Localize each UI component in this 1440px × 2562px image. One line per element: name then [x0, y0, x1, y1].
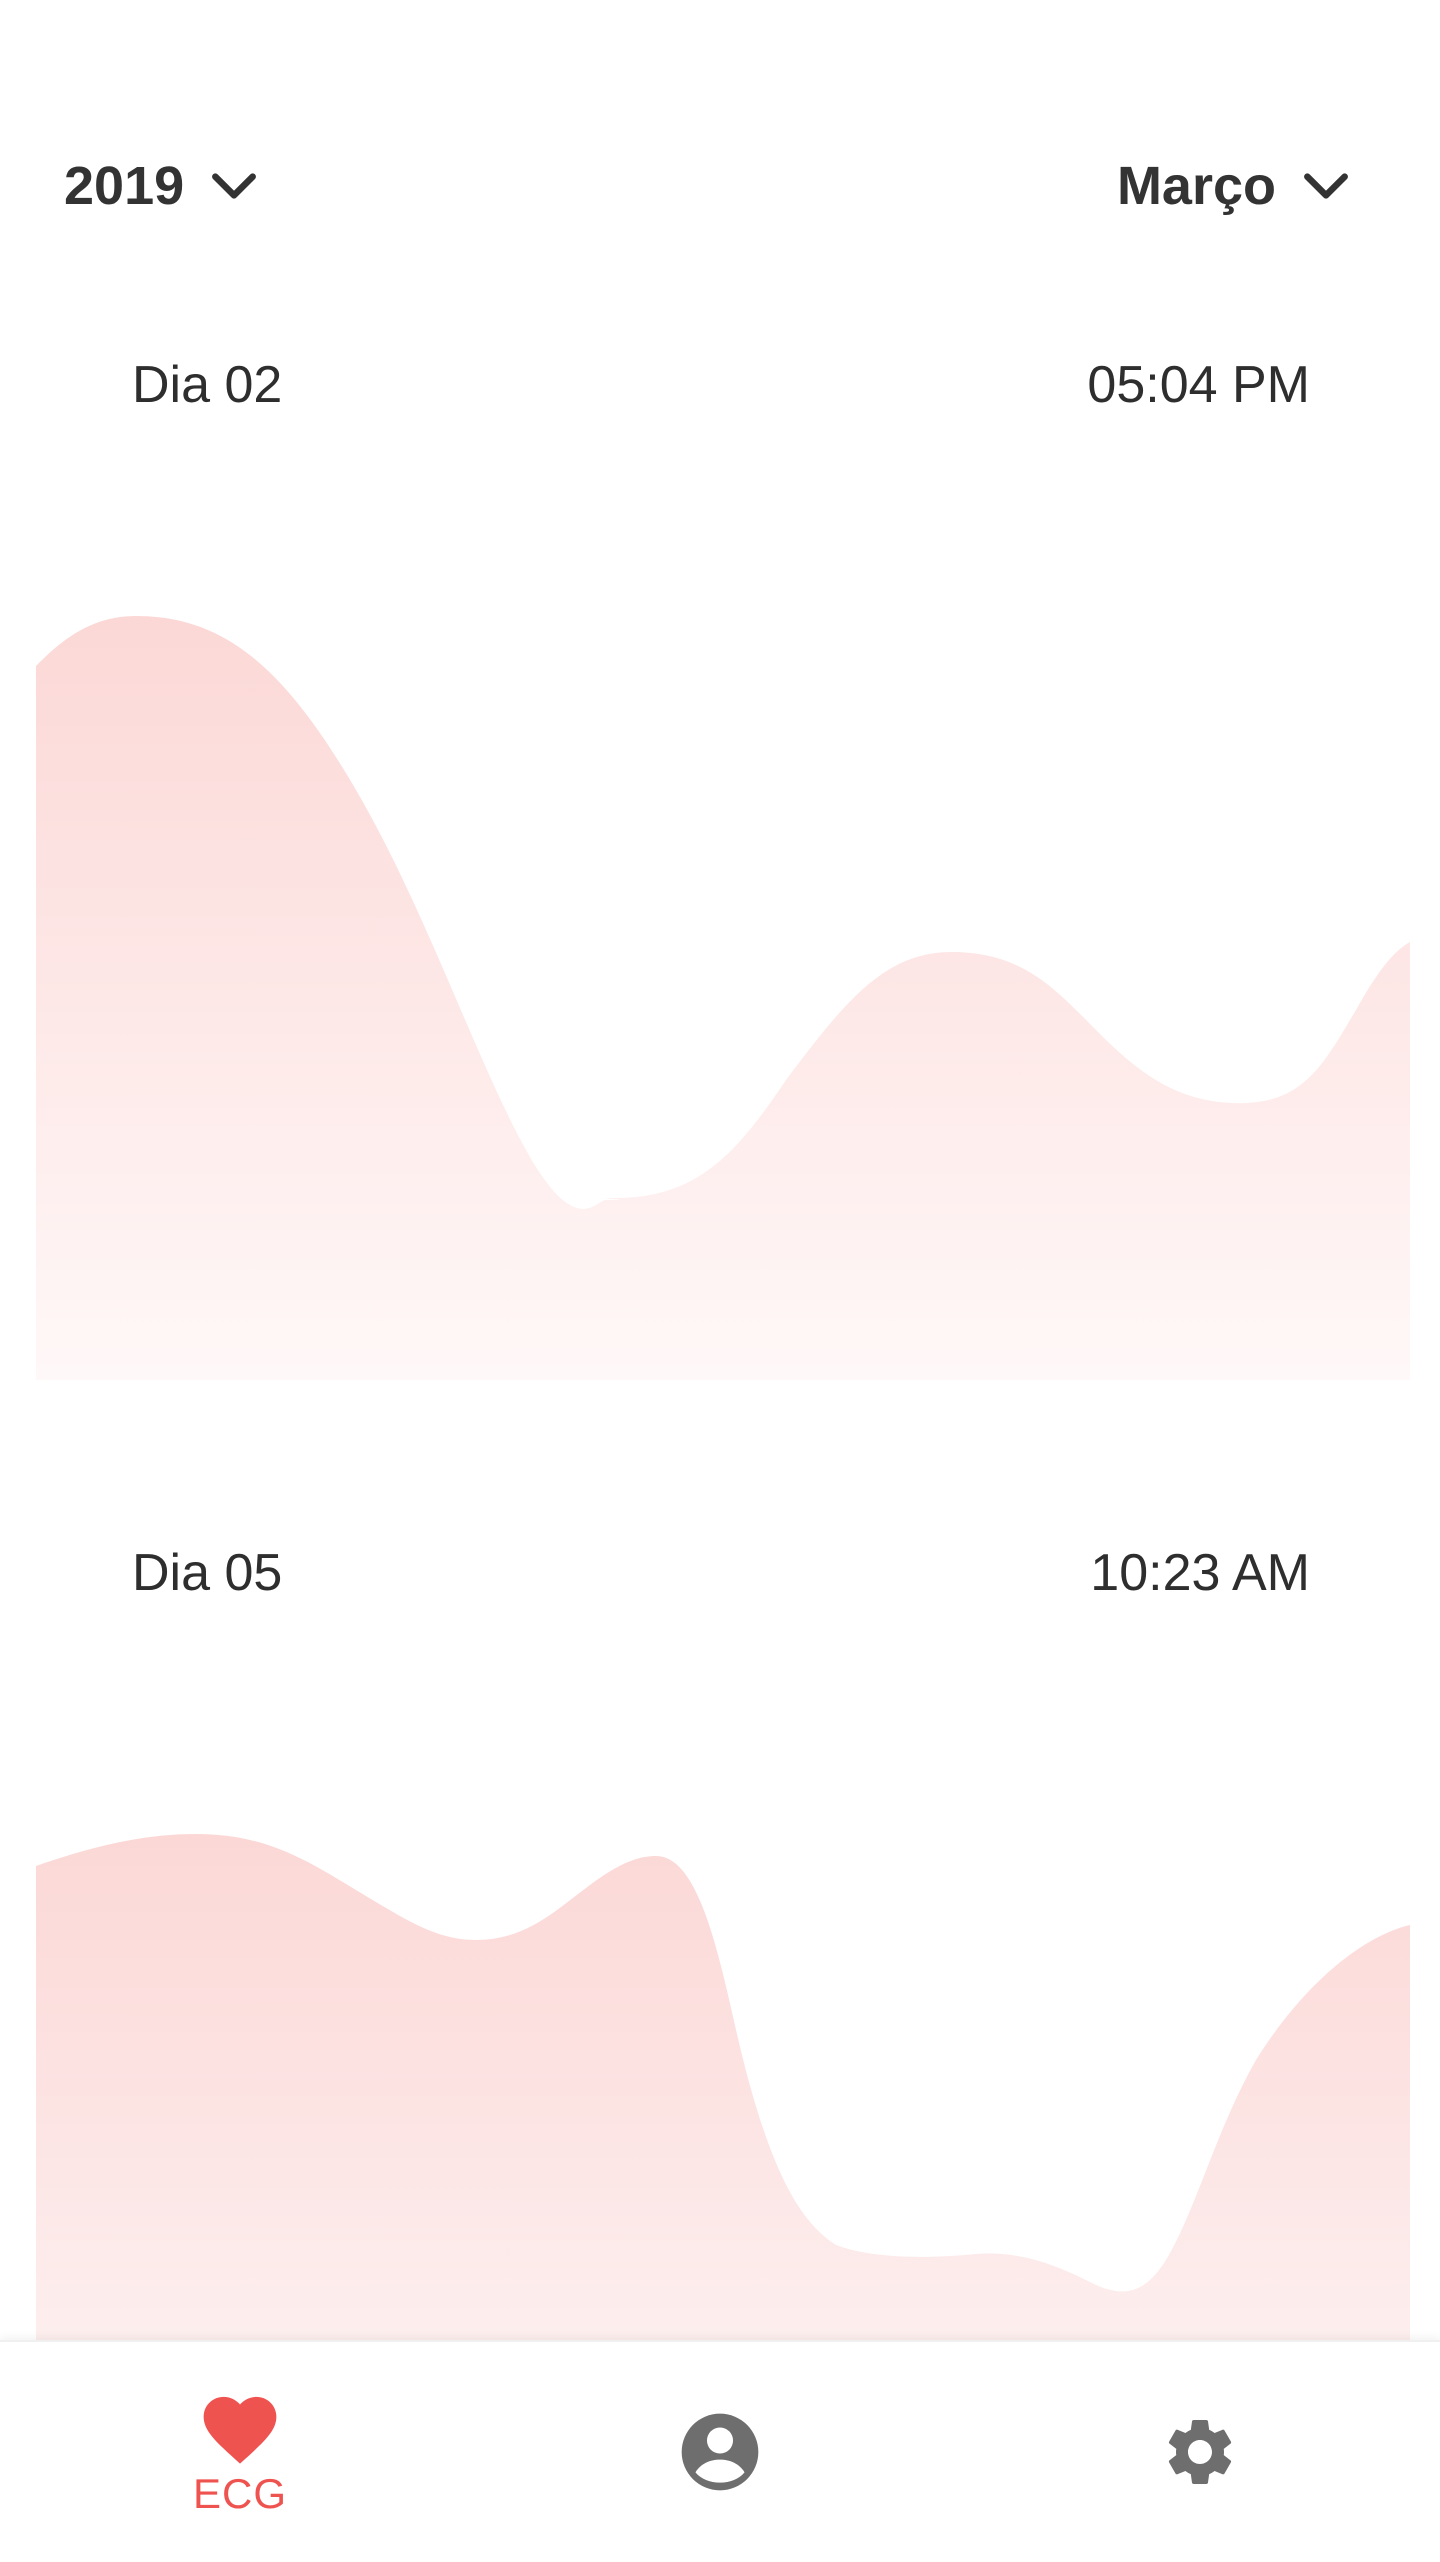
record-time: 10:23 AM: [1090, 1544, 1310, 1602]
ecg-waveform-area: [36, 616, 1410, 1380]
year-dropdown[interactable]: 2019: [64, 155, 262, 217]
month-dropdown[interactable]: Março: [1117, 155, 1354, 217]
chevron-down-icon: [1304, 173, 1348, 199]
ecg-waveform-chart: [36, 1834, 1410, 2340]
gear-icon: [1168, 2420, 1232, 2484]
bottom-navigation: ECG: [0, 2340, 1440, 2562]
year-label: 2019: [64, 156, 185, 216]
heart-icon: [203, 2396, 277, 2464]
nav-ecg[interactable]: ECG: [0, 2342, 480, 2562]
record-date: Dia 02: [132, 356, 283, 414]
record-date: Dia 05: [132, 1544, 283, 1602]
chevron-down-icon: [212, 173, 257, 199]
ecg-waveform-area: [36, 1834, 1410, 2340]
nav-settings[interactable]: [960, 2342, 1440, 2562]
ecg-waveform-chart: [36, 616, 1410, 1380]
record-time: 05:04 PM: [1087, 356, 1310, 414]
account-circle-icon: [681, 2413, 759, 2491]
nav-ecg-label: ECG: [192, 2470, 287, 2517]
month-label: Março: [1116, 156, 1276, 216]
nav-profile[interactable]: [480, 2342, 960, 2562]
